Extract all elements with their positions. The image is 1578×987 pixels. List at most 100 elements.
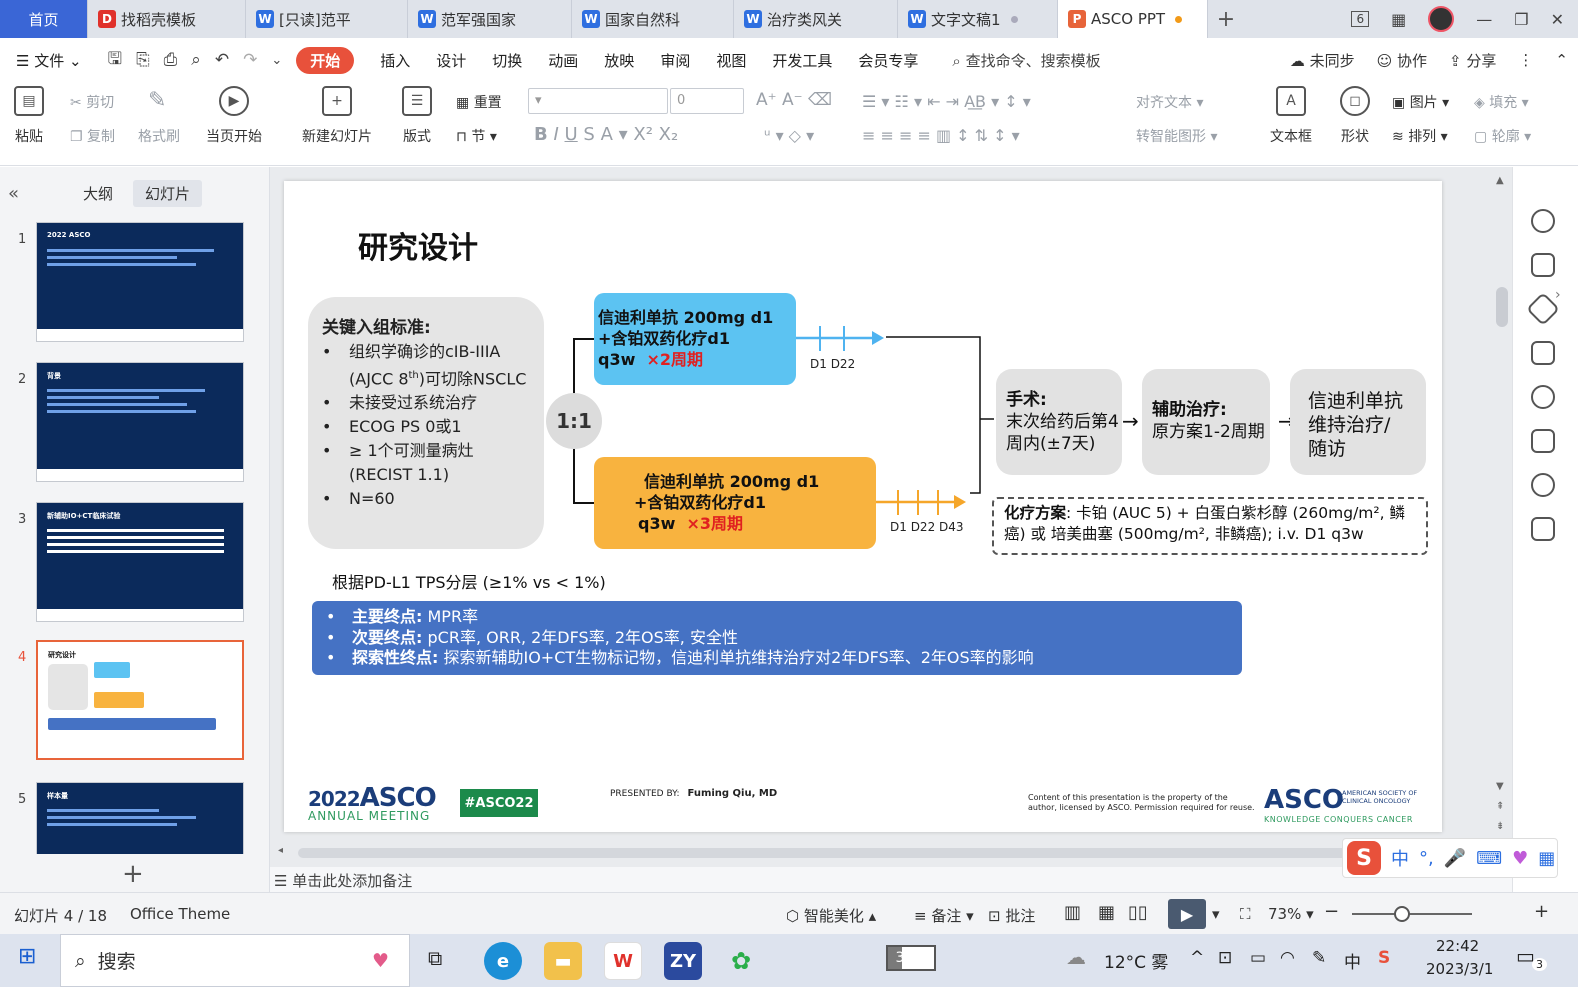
endpoints-box[interactable]: 主要终点: MPR率 次要终点: pCR率, ORR, 2年DFS率, 2年OS… bbox=[312, 601, 1242, 675]
customize-icon[interactable]: ⌄ bbox=[271, 53, 282, 68]
play-from-current-button[interactable]: ▶ 当页开始 bbox=[206, 86, 262, 146]
tab-start[interactable]: 开始 bbox=[296, 46, 355, 74]
tray-display-icon[interactable]: ⊡ bbox=[1218, 948, 1232, 968]
edge-browser-icon[interactable]: e bbox=[484, 942, 522, 980]
new-slide-button[interactable]: + 新建幻灯片 bbox=[302, 86, 372, 146]
cut-button[interactable]: ✂ 剪切 bbox=[70, 92, 114, 112]
comments-button[interactable]: ⊡ 批注 bbox=[988, 905, 1035, 926]
collaborate-button[interactable]: ☺ 协作 bbox=[1377, 50, 1427, 71]
smartart-button[interactable]: 转智能图形 ▾ bbox=[1136, 126, 1217, 146]
theme-name[interactable]: Office Theme bbox=[130, 905, 230, 923]
animation-pane-icon[interactable] bbox=[1531, 341, 1555, 365]
slide[interactable]: 研究设计 关键入组标准: 组织学确诊的cIB-IIIA (AJCC 8th)可切… bbox=[284, 181, 1442, 832]
scroll-thumb[interactable] bbox=[1496, 287, 1508, 327]
scroll-down-icon[interactable]: ▼ bbox=[1496, 781, 1504, 792]
layout-button[interactable]: ☰ 版式 bbox=[402, 86, 432, 146]
microphone-icon[interactable]: 🎤 bbox=[1444, 848, 1466, 869]
paste-button[interactable]: ▤ 粘贴 bbox=[14, 86, 44, 146]
expand-ribbon-icon[interactable]: › bbox=[1555, 287, 1561, 303]
paragraph-align-icons[interactable]: ≡ ≡ ≡ ≡ ▥ ↕ ⇅ ↕ ▾ bbox=[862, 126, 1020, 145]
book-icon[interactable] bbox=[1531, 517, 1555, 541]
adjuvant-box[interactable]: 辅助治疗: 原方案1-2周期 bbox=[1142, 369, 1270, 475]
list-icons[interactable]: ☰ ▾ ☷ ▾ ⇤ ⇥ A͟B ▾ ↕ ▾ bbox=[862, 92, 1031, 111]
vertical-scrollbar[interactable]: ▲ ▼ ⇞ ⇟ bbox=[1492, 175, 1510, 840]
tab-document[interactable]: W 治疗类风关 bbox=[734, 0, 898, 38]
reset-button[interactable]: ▦ 重置 bbox=[456, 92, 502, 112]
slideshow-options-icon[interactable]: ▾ bbox=[1212, 905, 1220, 923]
file-menu[interactable]: ☰ 文件 ⌄ bbox=[16, 50, 82, 71]
new-tab-button[interactable]: + bbox=[1208, 0, 1244, 38]
next-slide-icon[interactable]: ⇟ bbox=[1496, 821, 1504, 832]
align-text-button[interactable]: 对齐文本 ▾ bbox=[1136, 92, 1203, 112]
tab-docer-templates[interactable]: D 找稻壳模板 bbox=[88, 0, 246, 38]
task-view-icon[interactable]: ⧉ bbox=[428, 946, 442, 970]
tray-chevron-icon[interactable]: ^ bbox=[1190, 948, 1204, 968]
treatment-arm-a[interactable]: 信迪利单抗 200mg d1 +含铂双药化疗d1 q3w ×2周期 bbox=[594, 293, 796, 385]
tab-outline[interactable]: 大纲 bbox=[71, 180, 125, 207]
undo-icon[interactable]: ↶ bbox=[215, 50, 229, 70]
slide-thumbnail-current[interactable]: 研究设计 bbox=[36, 640, 244, 760]
ime-toolbar[interactable]: S 中 °, 🎤 ⌨ ♥ ▦ bbox=[1342, 838, 1558, 878]
slide-thumbnail[interactable]: 样本量 bbox=[36, 782, 244, 854]
copy-button[interactable]: ❐ 复制 bbox=[70, 126, 115, 146]
clock-time[interactable]: 22:42 bbox=[1436, 937, 1479, 955]
battery-indicator[interactable]: 30% bbox=[886, 945, 936, 971]
save-icon[interactable]: 🖫 bbox=[108, 46, 122, 75]
font-size-increase-icon[interactable]: A⁺ A⁻ ⌫ bbox=[756, 90, 832, 110]
format-painter-button[interactable]: 格式刷 bbox=[138, 126, 180, 146]
taskbar-search[interactable]: ⌕ 搜索 ♥ bbox=[60, 934, 410, 987]
fill-button[interactable]: ◈ 填充 ▾ bbox=[1474, 92, 1529, 112]
pen-icon[interactable]: ✎ bbox=[1312, 948, 1326, 968]
tab-document[interactable]: W 国家自然科 bbox=[572, 0, 734, 38]
shape-button[interactable]: ◻ 形状 bbox=[1340, 86, 1370, 146]
sync-status[interactable]: ☁ 未同步 bbox=[1290, 50, 1355, 71]
collapse-ribbon-icon[interactable]: ⌃ bbox=[1555, 51, 1568, 69]
tab-design[interactable]: 设计 bbox=[436, 50, 466, 71]
scroll-thumb[interactable] bbox=[298, 848, 1358, 858]
input-language[interactable]: 中 bbox=[1344, 948, 1361, 973]
adjust-icon[interactable] bbox=[1531, 253, 1555, 277]
chemo-regimen-box[interactable]: 化疗方案: 卡铂 (AUC 5) + 白蛋白紫杉醇 (260mg/m², 鳞 癌… bbox=[992, 497, 1428, 555]
zoom-slider-knob[interactable] bbox=[1394, 906, 1411, 922]
keyboard-icon[interactable]: ⌨ bbox=[1476, 848, 1502, 869]
clock-date[interactable]: 2023/3/1 bbox=[1426, 960, 1493, 978]
wps-office-icon[interactable]: W bbox=[604, 942, 642, 980]
arrange-button[interactable]: ≋ 排列 ▾ bbox=[1392, 126, 1448, 146]
ime-mode[interactable]: 中 bbox=[1391, 845, 1409, 871]
close-button[interactable]: ✕ bbox=[1551, 10, 1564, 29]
surgery-box[interactable]: 手术: 末次给药后第4 周内(±7天) bbox=[996, 369, 1122, 475]
picture-button[interactable]: ▣ 图片 ▾ bbox=[1392, 92, 1449, 112]
prev-slide-icon[interactable]: ⇞ bbox=[1496, 801, 1504, 812]
scroll-up-icon[interactable]: ▲ bbox=[1496, 175, 1504, 186]
reading-view-icon[interactable]: ▯▯ bbox=[1128, 902, 1148, 923]
preview-icon[interactable]: ⌕ bbox=[191, 50, 201, 70]
window-count-icon[interactable]: 6 bbox=[1351, 11, 1370, 27]
avatar[interactable] bbox=[1428, 6, 1455, 32]
add-slide-button[interactable]: + bbox=[122, 859, 144, 889]
slide-thumbnail[interactable]: 背景 bbox=[36, 362, 244, 482]
tab-document[interactable]: W 文字文稿1 bbox=[898, 0, 1058, 38]
tab-member[interactable]: 会员专享 bbox=[858, 50, 918, 71]
notes-button[interactable]: ≡ 备注 ▾ bbox=[914, 905, 974, 926]
phonetic-icon[interactable]: ᵘ ▾ ◇ ▾ bbox=[764, 126, 814, 145]
slide-thumbnail[interactable]: 新辅助IO+CT临床试验 bbox=[36, 502, 244, 622]
tab-developer[interactable]: 开发工具 bbox=[772, 50, 832, 71]
redo-icon[interactable]: ↷ bbox=[243, 50, 257, 70]
wifi-icon[interactable]: ◠ bbox=[1280, 948, 1295, 968]
zoom-out-icon[interactable]: − bbox=[1324, 901, 1339, 922]
gallery-icon[interactable] bbox=[1531, 429, 1555, 453]
export-icon[interactable]: ⎘ bbox=[136, 50, 150, 70]
tab-asco-ppt[interactable]: P ASCO PPT bbox=[1058, 0, 1208, 38]
sogou-tray-icon[interactable]: S bbox=[1378, 948, 1390, 968]
help-icon[interactable] bbox=[1531, 385, 1555, 409]
punctuation-icon[interactable]: °, bbox=[1419, 848, 1434, 869]
zoom-slider[interactable] bbox=[1352, 913, 1472, 915]
slide-thumbnail[interactable]: 2022 ASCO bbox=[36, 222, 244, 342]
grid-icon[interactable]: ▦ bbox=[1391, 10, 1406, 29]
stratification-note[interactable]: 根据PD-L1 TPS分层 (≥1% vs < 1%) bbox=[332, 569, 606, 593]
apps-icon[interactable]: ▦ bbox=[1538, 848, 1555, 869]
tab-slides[interactable]: 幻灯片 bbox=[133, 179, 203, 207]
beautify-button[interactable]: ⬡ 智能美化 ▴ bbox=[786, 905, 876, 926]
tab-transition[interactable]: 切换 bbox=[492, 50, 522, 71]
scroll-left-icon[interactable]: ◂ bbox=[278, 845, 283, 856]
